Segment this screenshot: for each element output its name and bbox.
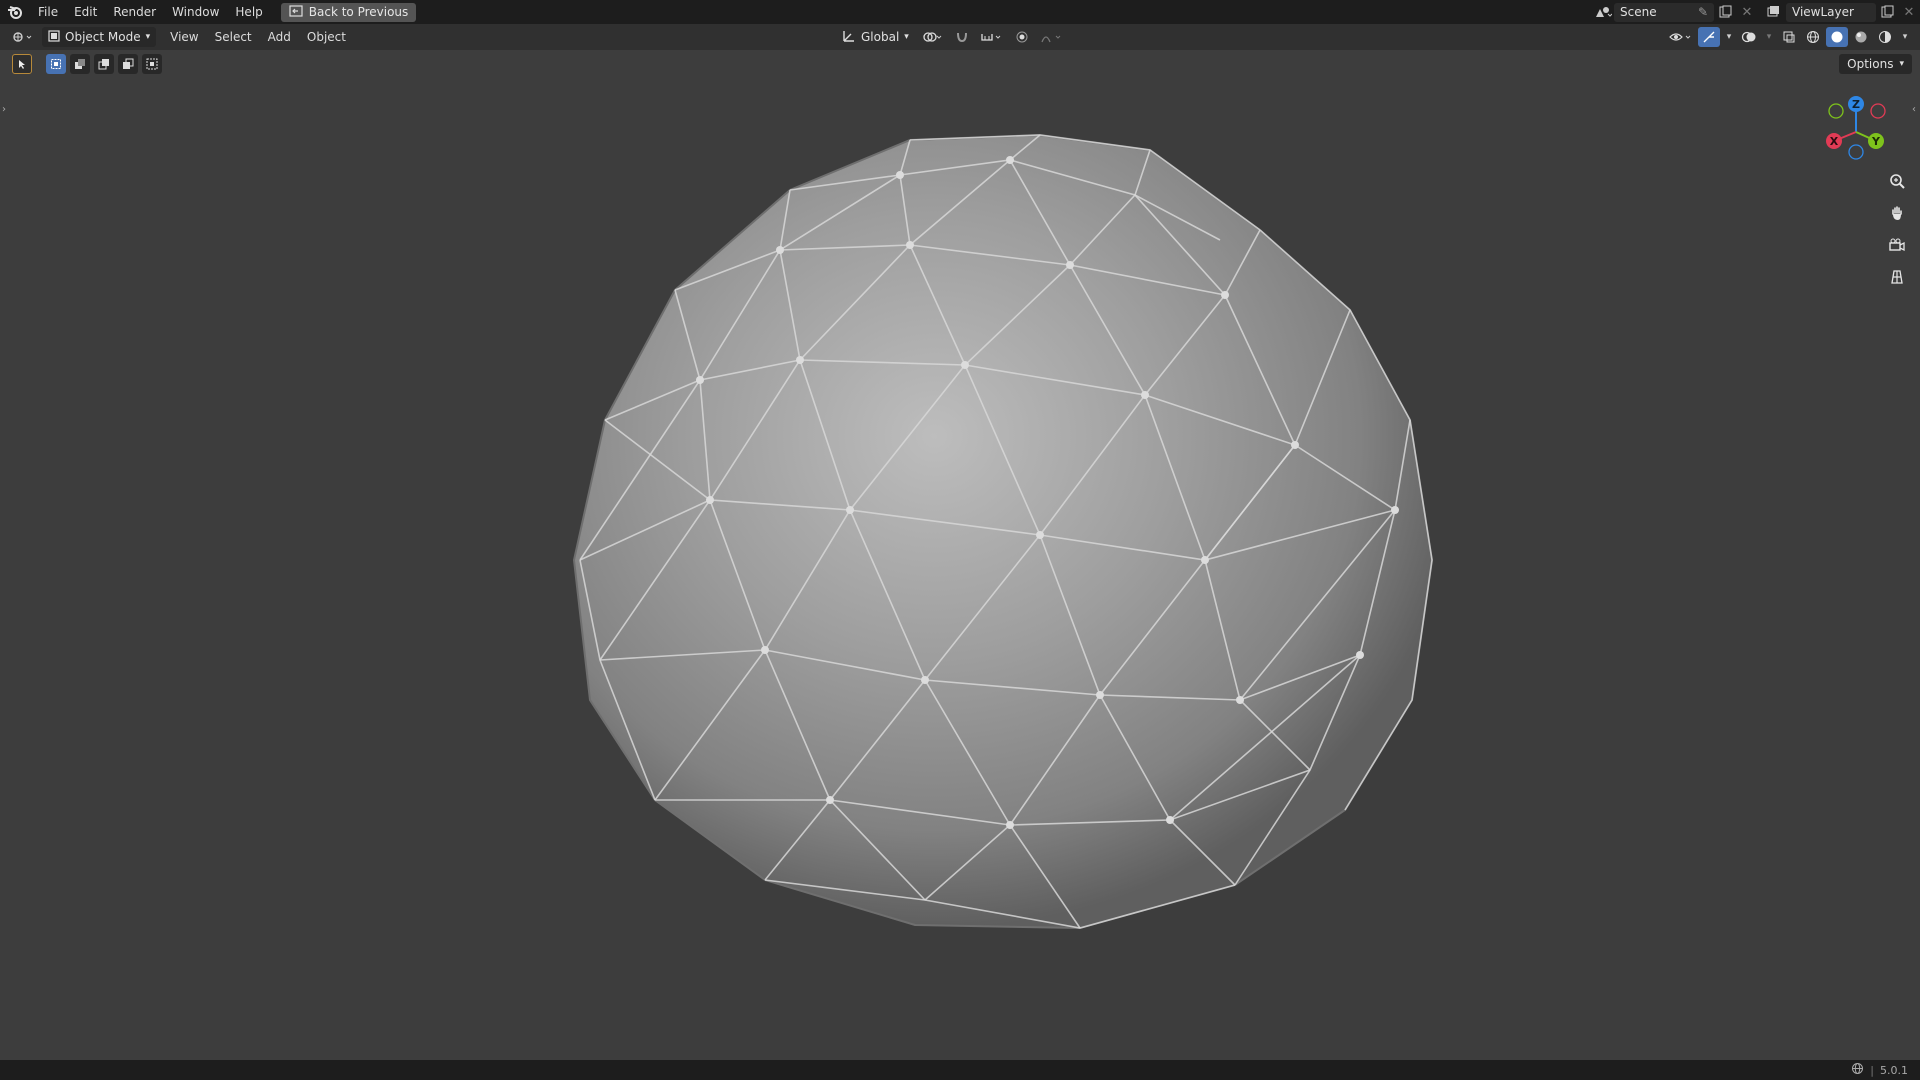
chevron-down-icon: ▾ <box>1899 59 1904 69</box>
chevron-down-icon[interactable]: ▾ <box>1722 27 1736 47</box>
version-label: 5.0.1 <box>1880 1063 1908 1077</box>
blender-logo-icon[interactable] <box>0 0 30 24</box>
orthographic-grid-icon[interactable] <box>1884 264 1910 290</box>
orientation-label: Global <box>861 30 900 44</box>
viewport-navigation-buttons <box>1884 168 1910 290</box>
chevron-down-icon: ▾ <box>904 32 909 42</box>
scene-name-field[interactable]: Scene ✎ <box>1614 2 1714 22</box>
scene-name: Scene <box>1620 5 1657 19</box>
mode-dropdown[interactable]: Object Mode ▾ <box>42 27 157 47</box>
scene-selector-icon[interactable] <box>1592 2 1614 22</box>
menu-add[interactable]: Add <box>260 24 299 50</box>
view-layer-name: ViewLayer <box>1792 5 1854 19</box>
menu-edit[interactable]: Edit <box>66 0 105 24</box>
xray-toggle-icon[interactable] <box>1778 27 1800 47</box>
delete-view-layer-icon[interactable]: ✕ <box>1898 2 1920 22</box>
chevron-down-icon[interactable]: ▾ <box>1898 27 1912 47</box>
status-bar: | 5.0.1 <box>0 1060 1920 1080</box>
select-invert-icon[interactable] <box>118 54 138 74</box>
options-dropdown[interactable]: Options ▾ <box>1839 54 1912 74</box>
overlays-toggle-icon[interactable] <box>1738 27 1760 47</box>
3d-viewport[interactable] <box>0 80 1920 1060</box>
pin-icon[interactable]: ✎ <box>1698 5 1708 19</box>
viewport-right-tools: ▾ ▾ ▾ <box>1666 24 1912 50</box>
geodesic-sphere-mesh[interactable] <box>0 80 1920 1060</box>
orientation-icon <box>842 29 856 46</box>
gizmo-toggle-icon[interactable] <box>1698 27 1720 47</box>
transform-tools: Global ▾ <box>836 24 1067 50</box>
select-subtract-icon[interactable] <box>94 54 114 74</box>
select-intersect-icon[interactable] <box>142 54 162 74</box>
select-tool-icon[interactable] <box>12 54 32 74</box>
visibility-icon[interactable] <box>1666 27 1696 47</box>
menu-view[interactable]: View <box>162 24 206 50</box>
top-menu-bar: File Edit Render Window Help Back to Pre… <box>0 0 1920 24</box>
select-extend-icon[interactable] <box>70 54 90 74</box>
gizmo-z-label: Z <box>1852 98 1860 111</box>
menu-window[interactable]: Window <box>164 0 227 24</box>
pivot-point-icon[interactable] <box>919 27 947 47</box>
menu-select[interactable]: Select <box>207 24 260 50</box>
menu-file[interactable]: File <box>30 0 66 24</box>
zoom-icon[interactable] <box>1884 168 1910 194</box>
chevron-down-icon: ▾ <box>145 32 151 42</box>
status-separator: | <box>1870 1063 1874 1077</box>
top-right-area: Scene ✎ ✕ ViewLayer ✕ <box>1592 0 1920 24</box>
snap-target-icon[interactable] <box>977 27 1007 47</box>
delete-scene-icon[interactable]: ✕ <box>1736 2 1758 22</box>
back-to-previous-button[interactable]: Back to Previous <box>280 2 417 22</box>
navigation-gizmo[interactable]: Z X Y <box>1816 92 1896 162</box>
gizmo-y-label: Y <box>1871 135 1881 148</box>
menu-render[interactable]: Render <box>105 0 164 24</box>
back-icon <box>289 4 303 20</box>
new-view-layer-icon[interactable] <box>1876 2 1898 22</box>
menu-object[interactable]: Object <box>299 24 354 50</box>
snap-toggle-icon[interactable] <box>951 27 973 47</box>
select-new-icon[interactable] <box>46 54 66 74</box>
menu-help[interactable]: Help <box>227 0 270 24</box>
material-shading-icon[interactable] <box>1850 27 1872 47</box>
sphere-silhouette <box>572 133 1434 930</box>
view-layer-selector-icon[interactable] <box>1764 2 1786 22</box>
solid-shading-icon[interactable] <box>1826 27 1848 47</box>
view-layer-field[interactable]: ViewLayer <box>1786 2 1876 22</box>
back-to-previous-label: Back to Previous <box>308 5 409 19</box>
new-scene-icon[interactable] <box>1714 2 1736 22</box>
falloff-icon[interactable] <box>1037 27 1067 47</box>
gizmo-x-label: X <box>1830 135 1839 148</box>
network-globe-icon[interactable] <box>1851 1062 1864 1078</box>
mode-label: Object Mode <box>65 30 141 44</box>
rendered-shading-icon[interactable] <box>1874 27 1896 47</box>
editor-type-icon[interactable] <box>8 27 38 47</box>
proportional-editing-icon[interactable] <box>1011 27 1033 47</box>
orientation-dropdown[interactable]: Global ▾ <box>836 27 915 47</box>
object-mode-icon <box>48 29 60 45</box>
options-label: Options <box>1847 57 1894 71</box>
camera-view-icon[interactable] <box>1884 232 1910 258</box>
tool-settings-row <box>12 52 162 76</box>
chevron-down-icon[interactable]: ▾ <box>1762 27 1776 47</box>
pan-hand-icon[interactable] <box>1884 200 1910 226</box>
wireframe-shading-icon[interactable] <box>1802 27 1824 47</box>
